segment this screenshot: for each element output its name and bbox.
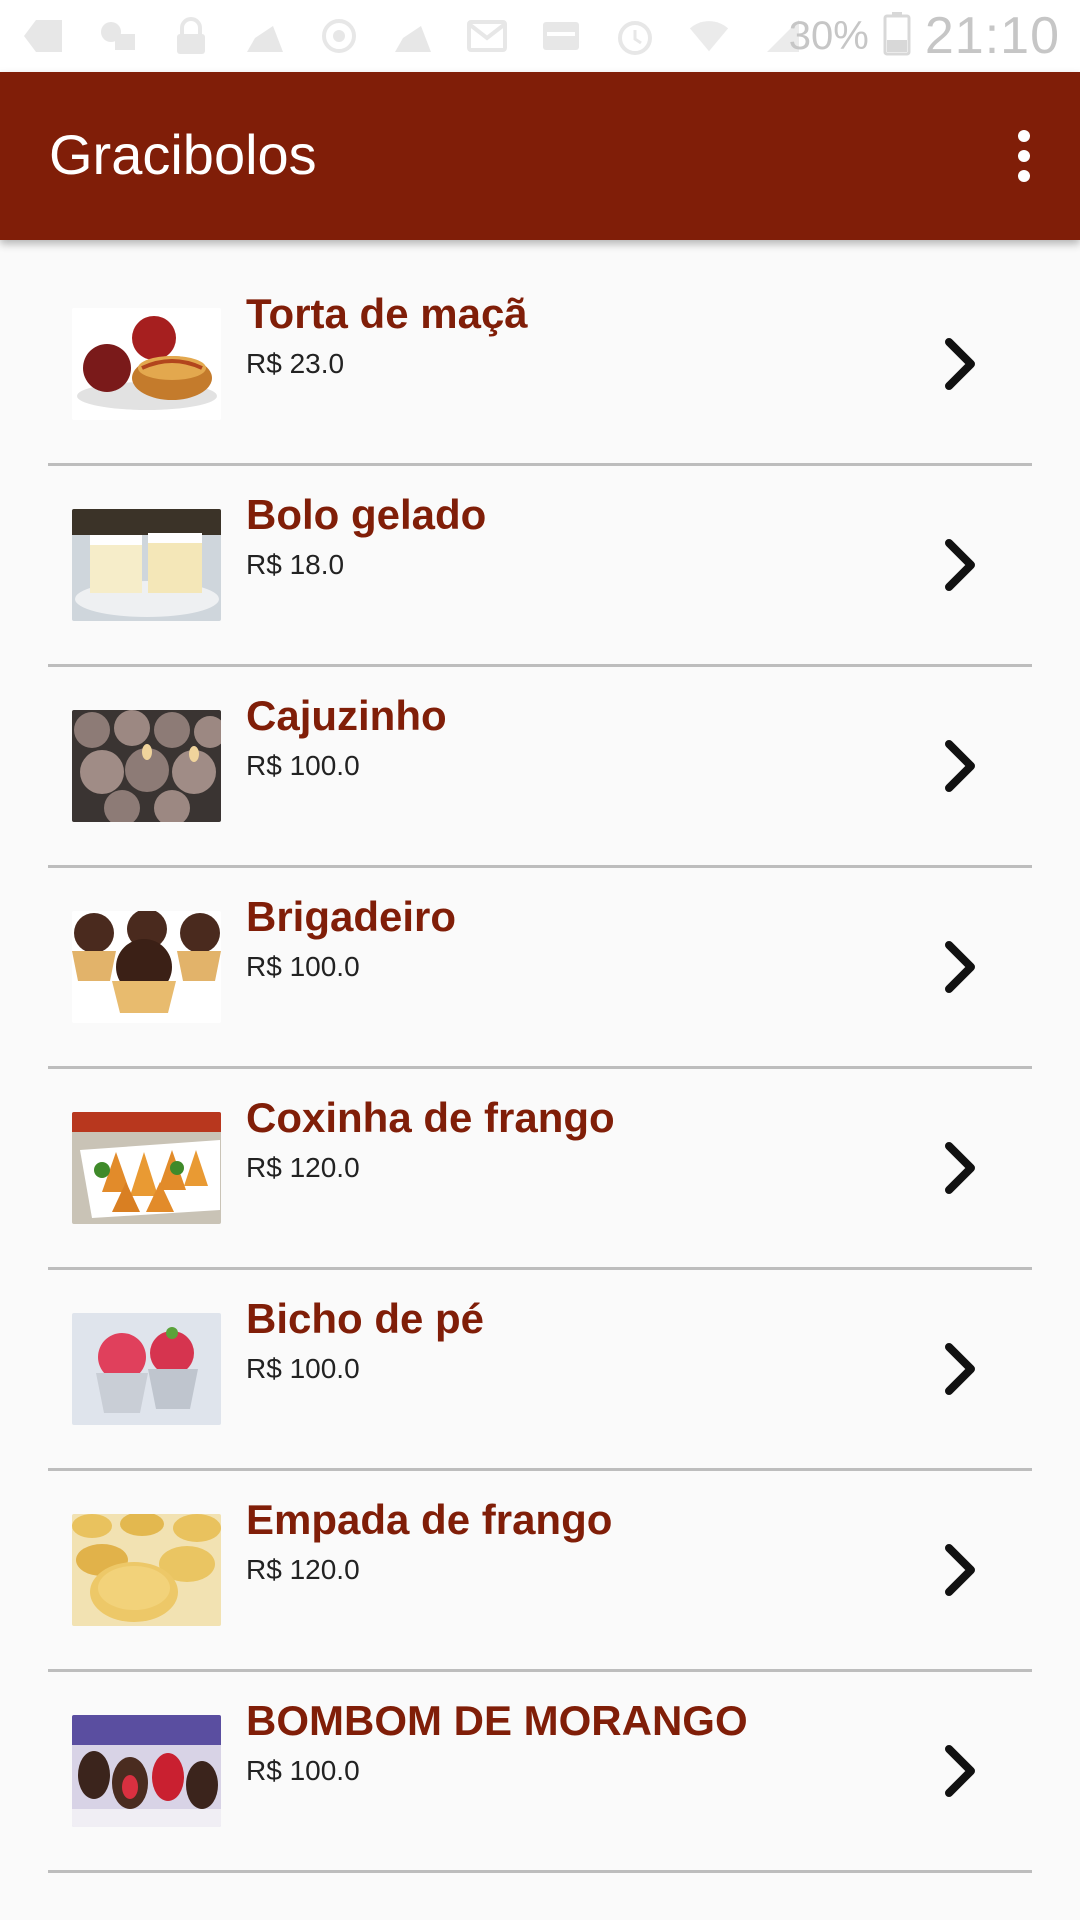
product-name: Brigadeiro xyxy=(246,893,457,940)
product-row[interactable]: Bicho de pé R$ 100.0 xyxy=(48,1270,1032,1471)
app-bar: Gracibolos xyxy=(0,72,1080,240)
lock-icon xyxy=(170,16,212,56)
strawberry-bonbon-photo xyxy=(72,1715,221,1827)
sync-icon xyxy=(318,16,360,56)
more-vert-icon-dot xyxy=(1018,150,1030,162)
status-bar: 30% 21:10 xyxy=(0,0,1080,72)
product-row[interactable]: Bolo gelado R$ 18.0 xyxy=(48,466,1032,667)
chevron-right-icon xyxy=(938,1313,982,1425)
chevron-right-icon xyxy=(938,710,982,822)
coxinha-photo xyxy=(72,1112,221,1224)
iced-cake-photo xyxy=(72,509,221,621)
notification-icons xyxy=(22,14,804,58)
gmail-icon xyxy=(466,16,508,56)
wifi-icon xyxy=(688,16,730,56)
empada-photo xyxy=(72,1514,221,1626)
chevron-right-icon xyxy=(938,1112,982,1224)
battery-icon xyxy=(883,11,911,61)
product-row[interactable]: Torta de maçã R$ 23.0 xyxy=(48,240,1032,466)
product-name: BOMBOM DE MORANGO xyxy=(246,1697,748,1744)
brigadeiro-photo xyxy=(72,911,221,1023)
chevron-right-icon xyxy=(938,1514,982,1626)
product-price: R$ 100.0 xyxy=(246,1353,360,1384)
product-price: R$ 120.0 xyxy=(246,1152,360,1183)
more-vert-icon-dot xyxy=(1018,170,1030,182)
product-row[interactable]: BOMBOM DE MORANGO R$ 100.0 xyxy=(48,1672,1032,1873)
card-icon xyxy=(540,16,582,56)
product-price: R$ 120.0 xyxy=(246,1554,360,1585)
clock: 21:10 xyxy=(924,7,1060,65)
product-price: R$ 100.0 xyxy=(246,1755,360,1786)
status-right: 30% 21:10 xyxy=(788,7,1060,65)
product-name: Bolo gelado xyxy=(246,491,487,538)
product-row[interactable]: Cajuzinho R$ 100.0 xyxy=(48,667,1032,868)
product-name: Cajuzinho xyxy=(246,692,447,739)
battery-percent: 30% xyxy=(788,13,869,58)
bicho-de-pe-photo xyxy=(72,1313,221,1425)
product-name: Torta de maçã xyxy=(246,290,528,337)
chevron-right-icon xyxy=(938,308,982,420)
product-name: Coxinha de frango xyxy=(246,1094,615,1141)
overflow-menu-button[interactable] xyxy=(992,116,1056,196)
page-title: Gracibolos xyxy=(49,123,317,186)
product-price: R$ 100.0 xyxy=(246,750,360,781)
chevron-right-icon xyxy=(938,1715,982,1827)
product-price: R$ 23.0 xyxy=(246,348,345,379)
mail-notification-icon xyxy=(96,16,138,56)
product-list: Torta de maçã R$ 23.0 Bolo gelado R$ 18.… xyxy=(0,240,1080,1873)
product-price: R$ 18.0 xyxy=(246,549,345,580)
product-price: R$ 100.0 xyxy=(246,951,360,982)
product-row[interactable]: Empada de frango R$ 120.0 xyxy=(48,1471,1032,1672)
product-name: Bicho de pé xyxy=(246,1295,485,1342)
chevron-right-icon xyxy=(938,509,982,621)
product-row[interactable]: Coxinha de frango R$ 120.0 xyxy=(48,1069,1032,1270)
chevron-right-icon xyxy=(938,911,982,1023)
alarm-icon xyxy=(614,16,656,56)
cajuzinho-photo xyxy=(72,710,221,822)
apple-pie-photo xyxy=(72,308,221,420)
product-row[interactable]: Brigadeiro R$ 100.0 xyxy=(48,868,1032,1069)
back-notification-icon xyxy=(22,16,64,56)
cake-icon xyxy=(244,16,286,56)
product-name: Empada de frango xyxy=(246,1496,613,1543)
more-vert-icon xyxy=(1018,130,1030,142)
cake-icon xyxy=(392,16,434,56)
